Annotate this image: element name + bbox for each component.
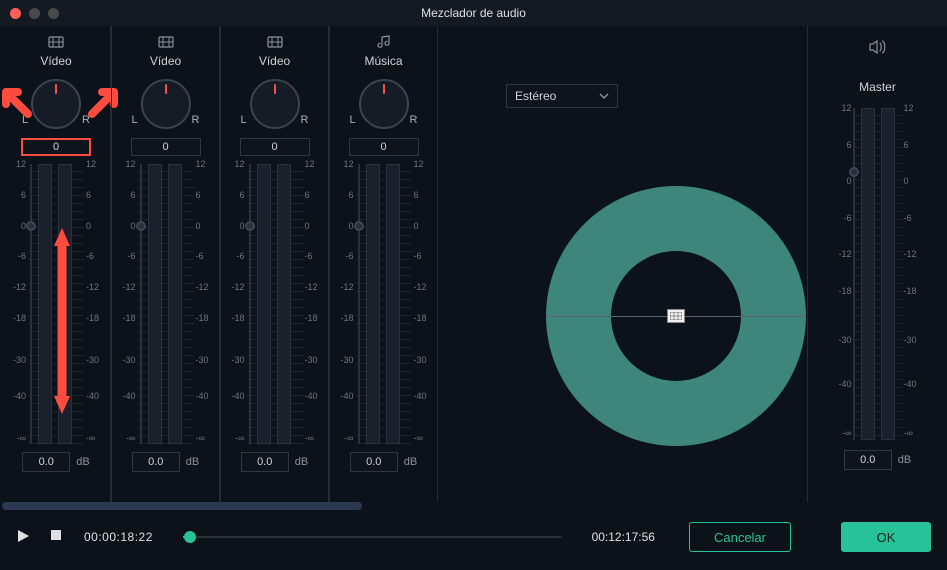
channel-meter <box>356 164 412 444</box>
transport-bar: 00:00:18:22 00:12:17:56 Cancelar OK <box>0 510 947 570</box>
pan-value-field[interactable]: 0 <box>349 138 419 156</box>
gain-value-field[interactable]: 0.0 <box>132 452 180 472</box>
channel-strip: VídeoLR01260-6-12-18-30-40-∞1260-6-12-18… <box>220 26 329 502</box>
gain-unit: dB <box>76 456 89 468</box>
cancel-button[interactable]: Cancelar <box>689 522 791 552</box>
pan-value-field[interactable]: 0 <box>21 138 91 156</box>
zoom-window-button[interactable] <box>48 8 59 19</box>
fader-area: 1260-6-12-18-30-40-∞ 1260-6-12-18-30-40-∞ <box>221 164 328 444</box>
master-channel: Master 1260-6-12-18-30-40-∞ 1260-6-12-18… <box>807 26 947 502</box>
music-icon <box>377 32 391 52</box>
gain-unit: dB <box>186 456 199 468</box>
master-gain-value[interactable]: 0.0 <box>844 450 892 470</box>
video-icon <box>47 32 65 52</box>
speaker-icon <box>869 40 887 60</box>
pan-right-label: R <box>410 114 418 126</box>
master-fader: 1260-6-12-18-30-40-∞ 1260-6-12-18-30-40-… <box>832 108 924 440</box>
pan-knob[interactable]: LR <box>138 76 194 132</box>
channel-label: Vídeo <box>40 54 71 68</box>
window-controls <box>0 8 59 19</box>
chevron-down-icon <box>599 91 609 101</box>
pan-value-field[interactable]: 0 <box>131 138 201 156</box>
channel-strip: VídeoLR01260-6-12-18-30-40-∞1260-6-12-18… <box>2 26 111 502</box>
master-scale-right: 1260-6-12-18-30-40-∞ <box>902 108 924 440</box>
master-meter <box>854 108 902 440</box>
pan-knob[interactable]: LR <box>356 76 412 132</box>
output-mode-select[interactable]: Estéreo <box>506 84 618 108</box>
fader-scale-left: 1260-6-12-18-30-40-∞ <box>6 164 28 444</box>
channel-meter <box>247 164 303 444</box>
minimize-window-button[interactable] <box>29 8 40 19</box>
main-panel: VídeoLR01260-6-12-18-30-40-∞1260-6-12-18… <box>0 26 947 502</box>
ok-button[interactable]: OK <box>841 522 931 552</box>
fader-scale-right: 1260-6-12-18-30-40-∞ <box>194 164 216 444</box>
output-mode-value: Estéreo <box>515 89 556 103</box>
fader-scale-left: 1260-6-12-18-30-40-∞ <box>116 164 138 444</box>
fader-handle[interactable] <box>136 221 146 231</box>
pan-left-label: L <box>350 114 356 126</box>
channel-strip: MúsicaLR01260-6-12-18-30-40-∞1260-6-12-1… <box>329 26 438 502</box>
fader-scale-right: 1260-6-12-18-30-40-∞ <box>84 164 106 444</box>
gain-value-field[interactable]: 0.0 <box>241 452 289 472</box>
fader-handle[interactable] <box>354 221 364 231</box>
pan-left-label: L <box>241 114 247 126</box>
pan-left-label: L <box>132 114 138 126</box>
gain-value-field[interactable]: 0.0 <box>22 452 70 472</box>
pan-knob[interactable]: LR <box>247 76 303 132</box>
channel-label: Música <box>364 54 402 68</box>
scrollbar-thumb[interactable] <box>2 502 362 510</box>
master-label: Master <box>859 80 896 94</box>
window-title: Mezclador de audio <box>421 6 526 20</box>
master-fader-handle[interactable] <box>849 167 859 177</box>
gain-unit: dB <box>404 456 417 468</box>
pan-right-label: R <box>192 114 200 126</box>
fader-scale-right: 1260-6-12-18-30-40-∞ <box>412 164 434 444</box>
pan-left-label: L <box>22 114 28 126</box>
surround-panel: Estéreo <box>440 26 807 502</box>
titlebar: Mezclador de audio <box>0 0 947 26</box>
channel-scrollbar[interactable] <box>2 502 945 510</box>
video-icon <box>266 32 284 52</box>
channel-strip: VídeoLR01260-6-12-18-30-40-∞1260-6-12-18… <box>111 26 220 502</box>
pan-right-label: R <box>301 114 309 126</box>
timeline-playhead[interactable] <box>184 531 196 543</box>
channel-strip-container: VídeoLR01260-6-12-18-30-40-∞1260-6-12-18… <box>0 26 440 502</box>
fader-handle[interactable] <box>245 221 255 231</box>
gain-unit: dB <box>295 456 308 468</box>
fader-handle[interactable] <box>26 221 36 231</box>
stop-button[interactable] <box>50 529 66 545</box>
close-window-button[interactable] <box>10 8 21 19</box>
master-scale: 1260-6-12-18-30-40-∞ <box>832 108 854 440</box>
timeline-slider[interactable] <box>183 536 562 538</box>
pan-value-field[interactable]: 0 <box>240 138 310 156</box>
channel-label: Vídeo <box>259 54 290 68</box>
fader-area: 1260-6-12-18-30-40-∞ 1260-6-12-18-30-40-∞ <box>112 164 219 444</box>
current-time: 00:00:18:22 <box>84 530 153 544</box>
fader-scale-right: 1260-6-12-18-30-40-∞ <box>303 164 325 444</box>
channel-meter <box>138 164 194 444</box>
total-time: 00:12:17:56 <box>592 530 655 544</box>
master-gain-unit: dB <box>898 454 911 466</box>
pan-knob[interactable]: LR <box>28 76 84 132</box>
fader-scale-left: 1260-6-12-18-30-40-∞ <box>225 164 247 444</box>
fader-scale-left: 1260-6-12-18-30-40-∞ <box>334 164 356 444</box>
fader-area: 1260-6-12-18-30-40-∞ 1260-6-12-18-30-40-∞ <box>330 164 437 444</box>
channel-label: Vídeo <box>150 54 181 68</box>
video-icon <box>157 32 175 52</box>
channel-meter <box>28 164 84 444</box>
fader-area: 1260-6-12-18-30-40-∞ 1260-6-12-18-30-40-∞ <box>2 164 110 444</box>
gain-value-field[interactable]: 0.0 <box>350 452 398 472</box>
pan-right-label: R <box>82 114 90 126</box>
surround-field[interactable] <box>546 186 806 446</box>
surround-position-handle[interactable] <box>667 309 685 323</box>
play-button[interactable] <box>16 529 32 545</box>
